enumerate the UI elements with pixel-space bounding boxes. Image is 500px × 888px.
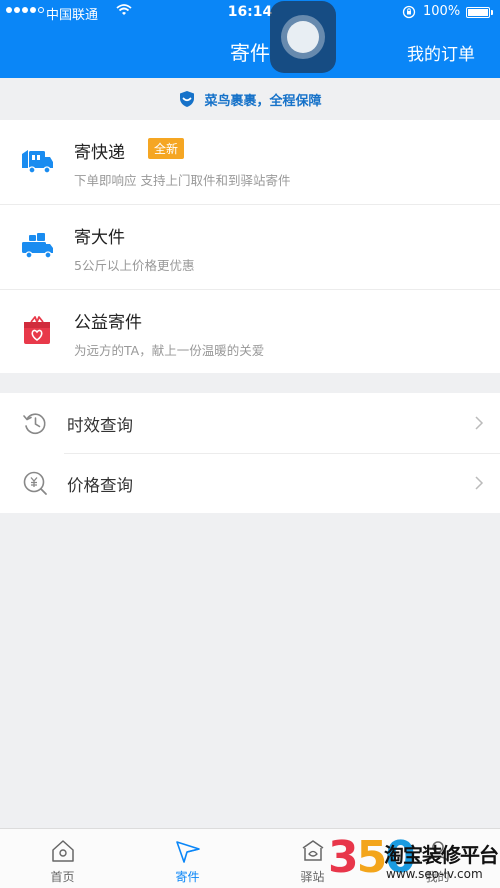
watermark-url: www.seo-lv.com	[386, 867, 483, 881]
queries-card: 时效查询 价格查询	[0, 393, 500, 513]
query-price[interactable]: 价格查询	[0, 453, 500, 513]
paper-plane-icon	[175, 841, 200, 863]
station-icon	[302, 840, 323, 861]
service-desc: 5公斤以上价格更优惠	[74, 258, 195, 273]
chevron-right-icon	[475, 416, 484, 430]
gift-box-heart-icon	[24, 316, 50, 344]
chevron-right-icon	[475, 476, 484, 490]
services-card: 寄快递 全新 下单即响应 支持上门取件和到驿站寄件 寄大件 5公斤以上价格更优惠…	[0, 120, 500, 373]
service-charity[interactable]: 公益寄件 为远方的TA，献上一份温暖的关爱	[0, 290, 500, 374]
query-label: 时效查询	[67, 416, 133, 435]
service-name: 公益寄件	[74, 313, 142, 333]
status-bar: 中国联通 16:14 100%	[0, 0, 500, 26]
battery-icon	[466, 7, 493, 18]
assistive-touch-button[interactable]	[270, 1, 336, 73]
tab-send[interactable]: 寄件	[125, 829, 250, 888]
guarantee-banner: 菜鸟裹裹，全程保障	[0, 78, 500, 120]
service-desc: 下单即响应 支持上门取件和到驿站寄件	[74, 173, 291, 188]
service-name: 寄快递	[74, 143, 125, 163]
tab-label: 寄件	[175, 870, 200, 884]
query-label: 价格查询	[67, 476, 133, 495]
shield-icon	[180, 91, 195, 107]
watermark-logo: 350 淘宝装修平台 www.seo-lv.com	[328, 833, 500, 888]
tab-home[interactable]: 首页	[0, 829, 125, 888]
query-delivery-time[interactable]: 时效查询	[0, 393, 500, 453]
my-orders-button[interactable]: 我的订单	[407, 40, 475, 65]
large-cargo-truck-icon	[22, 233, 53, 259]
guarantee-text: 菜鸟裹裹，全程保障	[204, 93, 322, 109]
watermark-text: 淘宝装修平台	[384, 843, 499, 867]
service-send-large[interactable]: 寄大件 5公斤以上价格更优惠	[0, 205, 500, 289]
service-name: 寄大件	[74, 228, 125, 248]
home-icon	[51, 840, 74, 862]
delivery-truck-icon	[22, 150, 53, 174]
clock-history-icon	[23, 413, 46, 435]
app-header: 中国联通 16:14 100% 寄件 我的订单	[0, 0, 500, 78]
service-desc: 为远方的TA，献上一份温暖的关爱	[74, 343, 265, 358]
new-badge: 全新	[148, 138, 185, 159]
rotation-lock-icon	[402, 5, 416, 19]
tab-label: 首页	[50, 870, 75, 884]
service-send-express[interactable]: 寄快递 全新 下单即响应 支持上门取件和到驿站寄件	[0, 120, 500, 204]
price-search-icon	[23, 471, 47, 495]
battery-percent: 100%	[423, 4, 461, 19]
